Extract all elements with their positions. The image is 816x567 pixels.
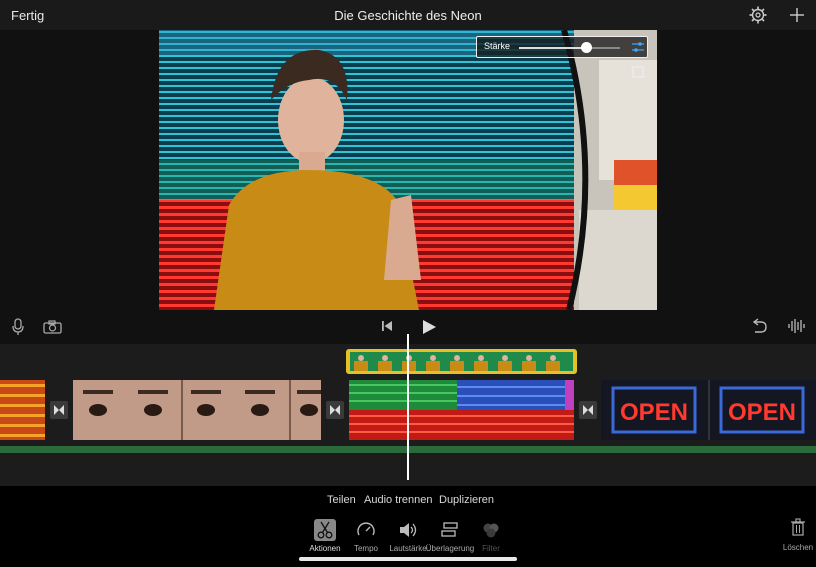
strength-slider-panel: Stärke: [476, 36, 648, 58]
skip-to-start-icon[interactable]: [381, 320, 393, 332]
camera-icon[interactable]: [43, 320, 62, 334]
svg-text:OPEN: OPEN: [728, 399, 796, 426]
strength-slider-fill: [519, 47, 586, 49]
overlay-clip-presenter[interactable]: [346, 349, 577, 374]
svg-text:OPEN: OPEN: [620, 399, 688, 426]
playhead-marker-icon: [398, 310, 418, 320]
trash-icon: [791, 518, 805, 536]
overlay-icon: [439, 519, 461, 541]
timeline-clip-open-sign[interactable]: OPEN OPEN: [601, 380, 816, 440]
transition-button[interactable]: [50, 401, 68, 419]
strength-label: Stärke: [484, 41, 511, 51]
tool-filter: Filter: [461, 519, 521, 553]
transition-icon: [54, 405, 64, 415]
delete-button[interactable]: Löschen: [776, 518, 816, 552]
playhead[interactable]: [407, 334, 409, 480]
tool-filter-label: Filter: [482, 544, 500, 553]
share-button[interactable]: Teilen: [327, 494, 356, 506]
timeline-clip-eyes[interactable]: [73, 380, 321, 440]
delete-label: Löschen: [782, 543, 814, 552]
transition-button[interactable]: [579, 401, 597, 419]
undo-icon[interactable]: [750, 318, 768, 334]
speedometer-icon: [355, 519, 377, 541]
transition-icon: [330, 405, 340, 415]
transition-icon: [583, 405, 593, 415]
scissors-icon: [314, 519, 336, 541]
microphone-icon[interactable]: [11, 318, 25, 336]
transition-button[interactable]: [326, 401, 344, 419]
sliders-icon[interactable]: [632, 41, 644, 53]
strength-slider-handle[interactable]: [580, 42, 592, 53]
filter-icon: [480, 519, 502, 541]
timeline-clip-neon[interactable]: [0, 380, 45, 440]
audio-waveform-icon[interactable]: [788, 318, 806, 334]
strength-slider[interactable]: [519, 42, 620, 53]
top-bar: [0, 0, 816, 30]
plus-icon[interactable]: [788, 6, 806, 24]
video-preview[interactable]: [159, 30, 657, 310]
play-icon[interactable]: [421, 319, 437, 335]
timeline-clip-neon-greenscreen[interactable]: [349, 380, 574, 440]
duplicate-button[interactable]: Duplizieren: [439, 494, 494, 506]
detach-audio-button[interactable]: Audio trennen: [364, 494, 433, 506]
home-indicator: [299, 557, 517, 561]
crop-icon[interactable]: [631, 65, 645, 79]
speaker-icon: [397, 519, 419, 541]
gear-icon[interactable]: [749, 6, 767, 24]
done-button[interactable]: Fertig: [11, 8, 44, 23]
